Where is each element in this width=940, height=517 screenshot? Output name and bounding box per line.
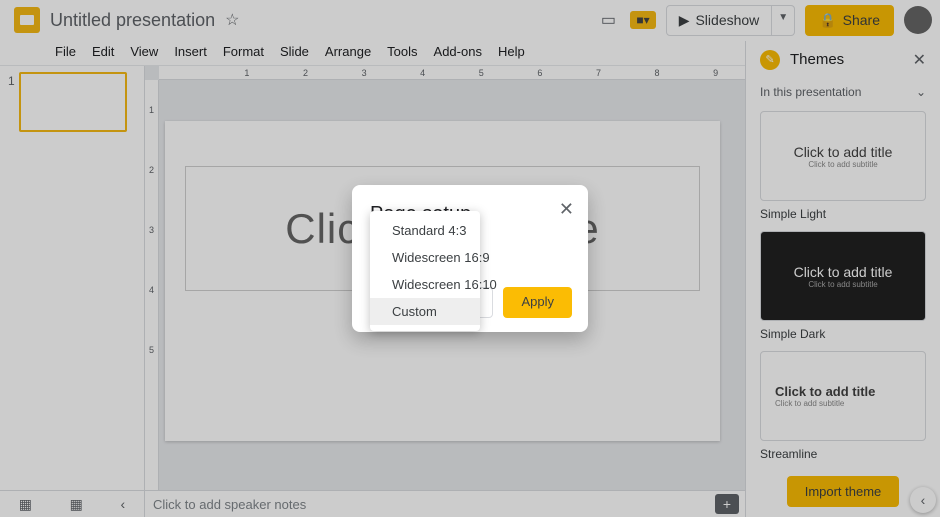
dropdown-option-widescreen-16-9[interactable]: Widescreen 16:9 (370, 244, 480, 271)
dialog-close-button[interactable]: ✕ (559, 199, 574, 220)
page-setup-dropdown: Standard 4:3 Widescreen 16:9 Widescreen … (370, 211, 480, 331)
dropdown-option-custom[interactable]: Custom (370, 298, 480, 325)
dropdown-option-widescreen-16-10[interactable]: Widescreen 16:10 (370, 271, 480, 298)
dropdown-option-standard-4-3[interactable]: Standard 4:3 (370, 217, 480, 244)
apply-button[interactable]: Apply (503, 287, 572, 318)
